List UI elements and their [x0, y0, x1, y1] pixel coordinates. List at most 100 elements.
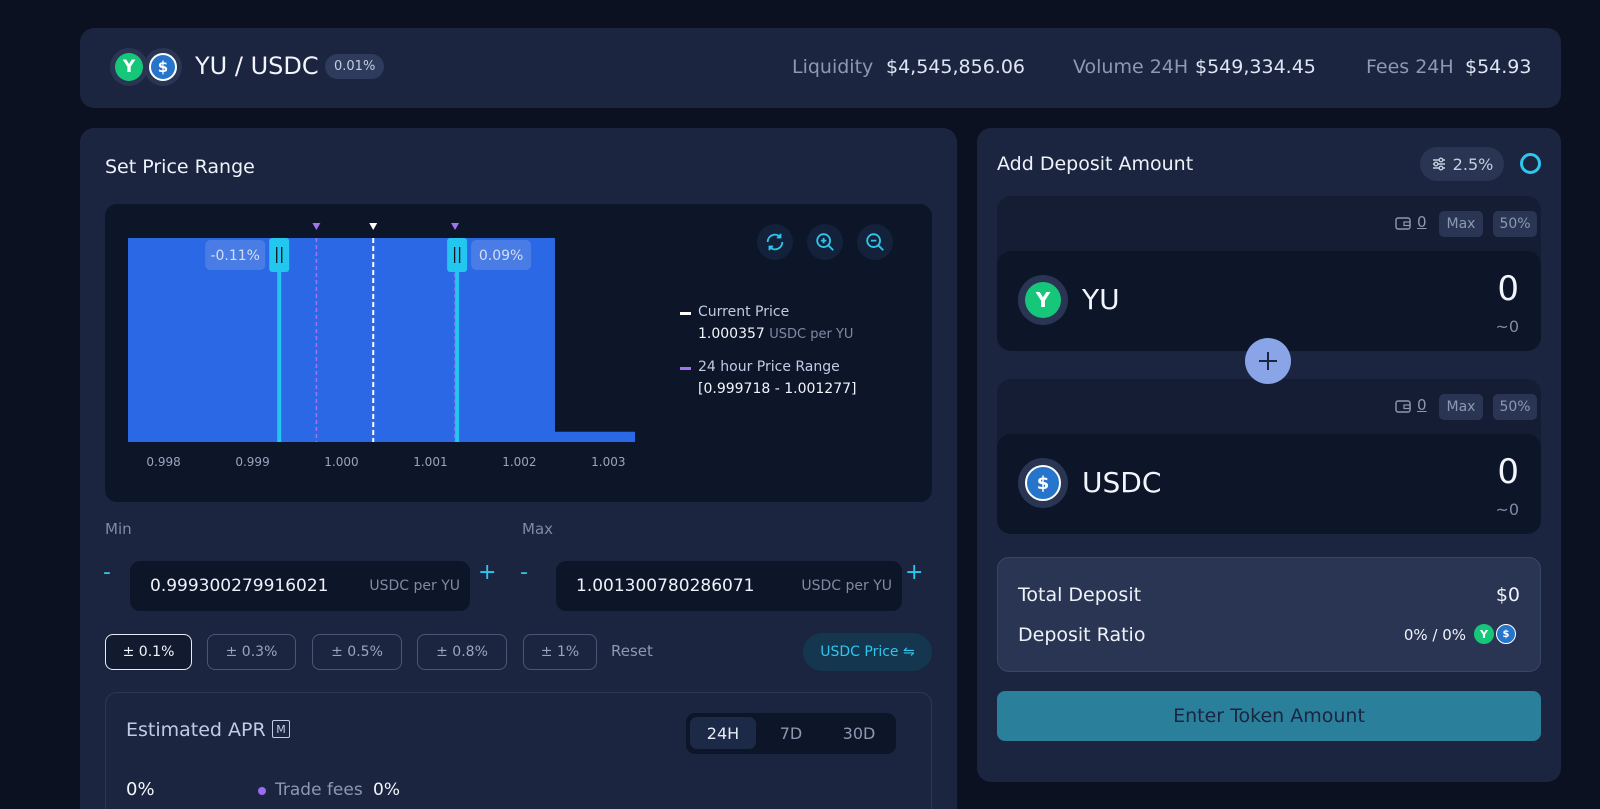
- deposit-summary: Total Deposit $0 Deposit Ratio 0% / 0% Y…: [997, 557, 1541, 672]
- zoom-out-button[interactable]: [857, 224, 893, 260]
- usdc-price-toggle[interactable]: USDC Price ⇋: [803, 633, 932, 671]
- preset-0-5[interactable]: ± 0.5%: [312, 634, 402, 670]
- deposit-title: Add Deposit Amount: [997, 153, 1194, 175]
- usdc-amount-input[interactable]: $ USDC 0 ~0: [997, 434, 1541, 534]
- tab-24h[interactable]: 24H: [690, 717, 756, 749]
- day-range-high-marker: [451, 223, 460, 230]
- apr-mode-badge[interactable]: M: [272, 720, 290, 738]
- apr-period-tabs: 24H 7D 30D: [686, 713, 896, 754]
- range-max-percent-label: 0.09%: [479, 248, 523, 264]
- yu-token-icon: Y: [1474, 624, 1494, 644]
- preset-0-1[interactable]: ± 0.1%: [105, 634, 192, 670]
- usdc-token-name: USDC: [1082, 466, 1162, 499]
- yu-token-name: YU: [1082, 283, 1120, 316]
- volume-label: Volume 24H: [1073, 56, 1189, 78]
- tab-7d[interactable]: 7D: [758, 717, 824, 749]
- plus-icon: [1245, 338, 1291, 384]
- total-deposit-value: $0: [1495, 584, 1520, 606]
- wallet-icon: [1395, 217, 1411, 230]
- zoom-out-icon: [866, 233, 884, 251]
- range-max-handle[interactable]: [447, 238, 468, 272]
- yu-balance[interactable]: 0: [1417, 213, 1427, 231]
- preset-1[interactable]: ± 1%: [523, 634, 597, 670]
- yu-max-button[interactable]: Max: [1439, 211, 1483, 237]
- current-price-legend-mark: [680, 312, 691, 315]
- yu-deposit-box: 0 Max 50% Y YU 0 ~0: [997, 196, 1541, 351]
- usdc-amount: 0: [1497, 452, 1519, 492]
- max-price-unit: USDC per YU: [801, 578, 892, 594]
- day-range-legend-value: [0.999718 - 1.001277]: [698, 381, 857, 397]
- deposit-panel: Add Deposit Amount 2.5% 0 Max 50% Y YU 0…: [977, 128, 1561, 782]
- trade-fees-dot: [258, 787, 266, 795]
- x-tick-label: 0.999: [235, 455, 269, 469]
- min-price-unit: USDC per YU: [369, 578, 460, 594]
- slippage-value: 2.5%: [1452, 154, 1494, 174]
- liquidity-chart: -0.11% 0.09% 0.998 0.999 1.000 1.001 1.002 1.00…: [105, 204, 932, 502]
- max-price-input[interactable]: 1.001300780286071 USDC per YU: [556, 561, 902, 611]
- usdc-balance[interactable]: 0: [1417, 396, 1427, 414]
- usdc-usd-value: ~0: [1495, 500, 1519, 519]
- current-price-marker: [369, 223, 378, 230]
- enter-token-amount-button[interactable]: Enter Token Amount: [997, 691, 1541, 741]
- day-range-legend-label: 24 hour Price Range: [698, 359, 840, 375]
- refresh-icon: [766, 233, 784, 251]
- zoom-in-icon: [816, 233, 834, 251]
- x-tick-label: 1.000: [324, 455, 358, 469]
- min-increment-button[interactable]: +: [478, 560, 496, 585]
- liquidity-label: Liquidity: [792, 56, 874, 78]
- x-tick-label: 1.001: [413, 455, 447, 469]
- day-range-legend-mark: [680, 367, 691, 370]
- refresh-timer-icon[interactable]: [1520, 153, 1541, 174]
- price-range-panel: Set Price Range -0.11% 0.09% 0.998 0.999 1.0…: [80, 128, 957, 809]
- usdc-deposit-box: 0 Max 50% $ USDC 0 ~0: [997, 379, 1541, 534]
- fees-label: Fees 24H: [1366, 56, 1454, 78]
- slippage-settings-button[interactable]: 2.5%: [1420, 147, 1504, 181]
- liquidity-chart-svg: -0.11% 0.09% 0.998 0.999 1.000 1.001 1.002 1.00…: [128, 223, 635, 469]
- range-min-handle[interactable]: [269, 238, 290, 272]
- x-tick-label: 1.002: [502, 455, 536, 469]
- fee-tier-badge: 0.01%: [325, 54, 385, 79]
- x-tick-label: 0.998: [146, 455, 180, 469]
- min-decrement-button[interactable]: -: [103, 560, 111, 585]
- current-price-legend-label: Current Price: [698, 304, 790, 320]
- total-deposit-label: Total Deposit: [1018, 584, 1142, 606]
- current-price-legend-value: 1.000357 USDC per YU: [698, 326, 854, 342]
- tab-30d[interactable]: 30D: [826, 717, 892, 749]
- x-tick-label: 1.003: [591, 455, 625, 469]
- apr-value: 0%: [126, 779, 155, 800]
- refresh-button[interactable]: [757, 224, 793, 260]
- preset-0-3[interactable]: ± 0.3%: [207, 634, 296, 670]
- preset-0-8[interactable]: ± 0.8%: [417, 634, 507, 670]
- fees-value: $54.93: [1465, 56, 1532, 78]
- wallet-icon: [1395, 400, 1411, 413]
- usdc-half-button[interactable]: 50%: [1493, 394, 1537, 420]
- min-label: Min: [105, 520, 132, 538]
- reset-button[interactable]: Reset: [611, 642, 653, 660]
- max-increment-button[interactable]: +: [905, 560, 923, 585]
- volume-value: $549,334.45: [1195, 56, 1316, 78]
- liquidity-area: [128, 238, 635, 442]
- pair-name: YU / USDC: [195, 52, 319, 80]
- min-price-value: 0.999300279916021: [150, 576, 329, 596]
- estimated-apr-card: Estimated APR M 24H 7D 30D 0% Trade fees…: [105, 692, 932, 809]
- pool-header: Y $ YU / USDC 0.01% Liquidity $4,545,856…: [80, 28, 1561, 108]
- max-decrement-button[interactable]: -: [520, 560, 528, 585]
- min-price-input[interactable]: 0.999300279916021 USDC per YU: [130, 561, 470, 611]
- yu-amount: 0: [1497, 269, 1519, 309]
- usdc-token-icon: $: [1496, 624, 1516, 644]
- day-range-low-marker: [312, 223, 321, 230]
- usdc-max-button[interactable]: Max: [1439, 394, 1483, 420]
- yu-amount-input[interactable]: Y YU 0 ~0: [997, 251, 1541, 351]
- sliders-icon: [1432, 157, 1445, 171]
- trade-fees-value: 0%: [373, 780, 400, 800]
- yu-token-icon: Y: [110, 48, 148, 86]
- deposit-ratio-value: 0% / 0%: [1403, 626, 1466, 644]
- trade-fees-label: Trade fees: [275, 780, 363, 800]
- zoom-in-button[interactable]: [807, 224, 843, 260]
- apr-title: Estimated APR: [126, 719, 266, 741]
- usdc-token-icon: $: [1018, 458, 1068, 508]
- yu-half-button[interactable]: 50%: [1493, 211, 1537, 237]
- price-range-title: Set Price Range: [105, 156, 255, 178]
- yu-token-icon: Y: [1018, 275, 1068, 325]
- deposit-ratio-label: Deposit Ratio: [1018, 624, 1146, 646]
